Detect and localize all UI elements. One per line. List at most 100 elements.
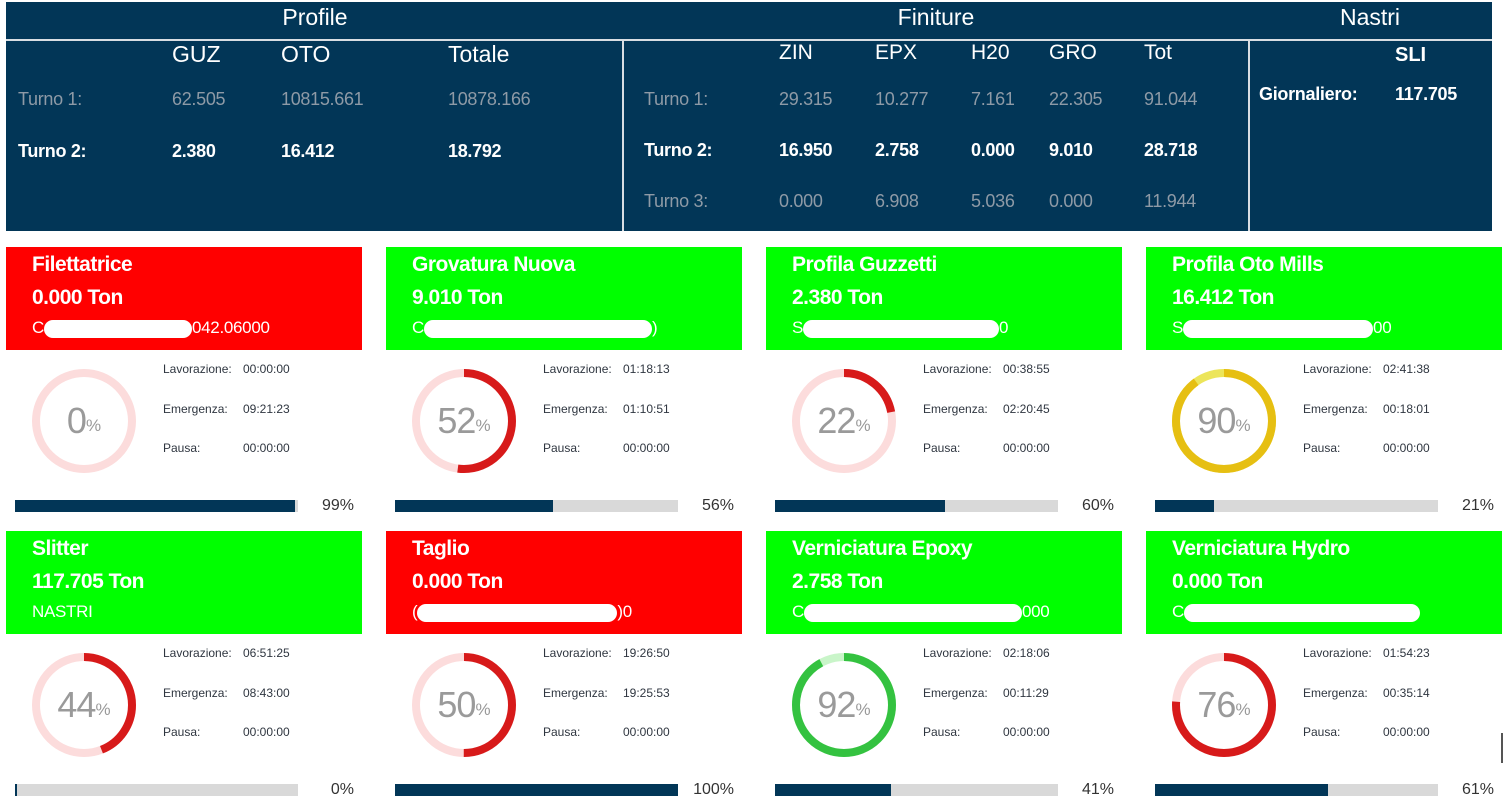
machine-name: Taglio [412,537,470,560]
redacted-block [423,319,652,338]
machine-status-header: Profila Oto Mills 16.412 Ton S 00 [1146,247,1502,350]
gauge-value: 44 [57,684,96,725]
stat-value: 00:00:00 [243,725,290,739]
stat-value: 00:00:00 [1003,441,1050,455]
finiture-cell: 7.161 [971,89,1015,109]
finiture-cell: 29.315 [779,89,833,109]
order-code-prefix: C [1172,602,1184,621]
profile-cell: 16.412 [281,141,335,161]
machine-order-code: S 00 [1172,318,1392,338]
machine-card-filettatrice[interactable]: Filettatrice 0.000 Ton C 042.06000 0% Lav… [6,247,362,517]
stat-label: Pausa: [923,725,961,739]
section-divider [622,41,624,231]
progress-percent: 56% [701,497,734,514]
progress-fill [1155,500,1215,512]
gauge-percent-sign: % [855,700,871,719]
machine-status-header: Filettatrice 0.000 Ton C 042.06000 [6,247,362,350]
production-summary-panel: Profile Finiture Nastri GUZ OTO Totale T… [6,2,1492,231]
progress-bar [395,784,678,796]
machine-order-code: C) [412,318,658,338]
finiture-col-h20: H20 [971,41,1010,64]
profile-row-label: Turno 2: [18,141,87,161]
profile-section-title: Profile [282,4,348,30]
progress-bar [1155,784,1438,796]
stat-label: Pausa: [923,441,961,455]
finiture-cell: 2.758 [875,140,919,160]
order-code-suffix: 0 [999,318,1009,337]
order-code-prefix: C [792,602,804,621]
machine-name: Verniciatura Hydro [1172,537,1350,560]
stat-label: Lavorazione: [923,362,992,376]
machine-card-slitter[interactable]: Slitter 117.705 Ton NASTRI 44% Lavorazio… [6,531,362,801]
stat-label: Pausa: [163,725,201,739]
stat-value: 02:20:45 [1003,402,1050,416]
redacted-block [43,319,192,338]
redacted-block [1183,603,1420,622]
stat-value: 00:00:00 [1383,441,1430,455]
machine-status-header: Grovatura Nuova 9.010 Ton C) [386,247,742,350]
finiture-cell: 0.000 [1049,191,1093,211]
machine-card-profila-guzzetti[interactable]: Profila Guzzetti 2.380 Ton S0 22% Lavora… [766,247,1122,517]
progress-fill [775,500,945,512]
gauge-label: 90% [1170,367,1278,475]
gauge-value: 92 [817,684,856,725]
section-divider [1248,41,1250,231]
profile-cell: 18.792 [448,141,502,161]
gauge-percent-sign: % [85,416,102,435]
progress-bar [15,784,298,796]
progress-bar [1155,500,1438,512]
progress-percent: 99% [321,497,354,514]
machine-name: Grovatura Nuova [412,253,575,276]
stat-label: Lavorazione: [923,646,992,660]
finiture-col-zin: ZIN [779,41,813,64]
stat-label: Lavorazione: [543,646,612,660]
stat-label: Emergenza: [1303,402,1368,416]
gauge-label: 50% [410,651,518,759]
stat-value: 06:51:25 [243,646,290,660]
machine-status-header: Taglio 0.000 Ton ()0 [386,531,742,634]
machine-name: Verniciatura Epoxy [792,537,973,560]
gauge-value: 0 [66,400,87,441]
gauge-value: 52 [437,400,476,441]
redacted-block [1183,319,1374,338]
progress-percent: 60% [1081,497,1114,514]
machine-card-taglio[interactable]: Taglio 0.000 Ton ()0 50% Lavorazione: 19:… [386,531,742,801]
stat-value: 00:35:14 [1383,686,1430,700]
gauge-percent-sign: % [1235,416,1251,435]
machine-order-code: C 000 [792,602,1050,622]
stat-label: Pausa: [543,725,581,739]
machine-tonnage: 0.000 Ton [1172,570,1263,593]
stat-value: 19:26:50 [623,646,670,660]
finiture-cell: 9.010 [1049,140,1093,160]
machine-card-verniciatura-hydro[interactable]: Verniciatura Hydro 0.000 Ton C 76% Lavor… [1146,531,1502,801]
finiture-cell: 28.718 [1144,140,1198,160]
stat-value: 02:41:38 [1383,362,1430,376]
order-code-prefix: C [412,318,424,337]
stat-value: 01:18:13 [623,362,670,376]
finiture-row-label: Turno 1: [644,89,708,109]
progress-fill [395,784,678,796]
gauge-percent-sign: % [475,416,491,435]
gauge-label: 76% [1170,651,1278,759]
progress-bar [395,500,678,512]
gauge-percent-sign: % [95,700,111,719]
machine-card-verniciatura-epoxy[interactable]: Verniciatura Epoxy 2.758 Ton C 000 92% La… [766,531,1122,801]
stat-value: 00:38:55 [1003,362,1050,376]
redacted-block [803,603,1022,622]
machine-tonnage: 117.705 Ton [32,570,145,593]
stat-label: Lavorazione: [163,646,232,660]
stat-label: Emergenza: [923,402,988,416]
stat-label: Pausa: [163,441,201,455]
machine-card-grovatura-nuova[interactable]: Grovatura Nuova 9.010 Ton C) 52% Lavoraz… [386,247,742,517]
machine-name: Profila Guzzetti [792,253,937,276]
profile-cell: 10815.661 [281,89,364,109]
finiture-cell: 91.044 [1144,89,1198,109]
finiture-cell: 16.950 [779,140,833,160]
machine-tonnage: 0.000 Ton [412,570,503,593]
machine-card-profila-oto-mills[interactable]: Profila Oto Mills 16.412 Ton S 00 90% Lav… [1146,247,1502,517]
stat-label: Lavorazione: [543,362,612,376]
gauge-percent-sign: % [855,416,871,435]
stat-label: Pausa: [543,441,581,455]
progress-bar [775,784,1058,796]
finiture-row-label: Turno 3: [644,191,708,211]
